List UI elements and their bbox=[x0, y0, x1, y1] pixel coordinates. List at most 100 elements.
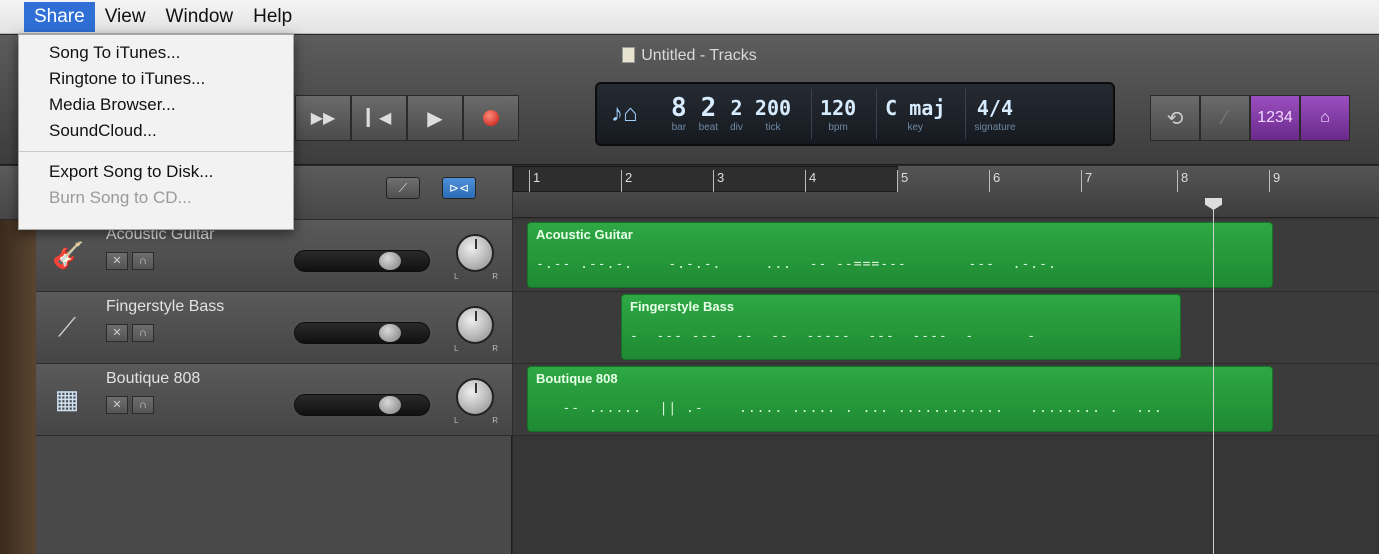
automation-icon: ⟋ bbox=[398, 181, 408, 195]
bar-label: bar bbox=[671, 122, 687, 133]
ruler-bar: 3 bbox=[713, 170, 724, 192]
region-acoustic-guitar[interactable]: Acoustic Guitar -.-- .--.-. -.-.-. ... -… bbox=[527, 222, 1273, 288]
key-label: key bbox=[907, 122, 924, 133]
ruler-bar: 7 bbox=[1081, 170, 1092, 192]
track-header-boutique-808[interactable]: ▦ Boutique 808 ✕ ∩ LR bbox=[36, 364, 512, 436]
tuning-fork-icon: ⁄ bbox=[1223, 106, 1227, 129]
pan-lr-labels: LR bbox=[454, 416, 498, 425]
track-name: Fingerstyle Bass bbox=[106, 298, 225, 315]
flex-button[interactable]: ⊳⊲ bbox=[442, 177, 476, 199]
signature-value: 4/4 bbox=[976, 96, 1014, 120]
tuner-button[interactable]: ⁄ bbox=[1200, 95, 1250, 141]
headphones-icon: ∩ bbox=[139, 255, 147, 267]
sidebar-texture bbox=[0, 220, 36, 554]
mute-button[interactable]: ✕ bbox=[106, 396, 128, 414]
track-header-fingerstyle-bass[interactable]: ⟋ Fingerstyle Bass ✕ ∩ LR bbox=[36, 292, 512, 364]
lcd-separator bbox=[811, 89, 813, 139]
pan-knob[interactable] bbox=[456, 378, 494, 416]
lcd-display[interactable]: ♪⌂ 8 bar 2 beat 2 div 200 tick 120 bpm C maj k… bbox=[595, 82, 1115, 146]
pan-knob[interactable] bbox=[456, 306, 494, 344]
share-menu-dropdown: Song To iTunes... Ringtone to iTunes... … bbox=[18, 34, 294, 230]
record-icon bbox=[483, 110, 499, 126]
midi-notes: -- ...... || .- ..... ..... . ... ......… bbox=[536, 401, 1163, 416]
lcd-signature[interactable]: 4/4 signature bbox=[974, 94, 1015, 134]
mute-button[interactable]: ✕ bbox=[106, 252, 128, 270]
play-icon: ▶ bbox=[427, 107, 443, 130]
transport-controls: ▶▶ ▎◀ ▶ bbox=[295, 95, 519, 141]
headphones-icon: ∩ bbox=[139, 327, 147, 339]
tuner-metronome-icon: ♪⌂ bbox=[611, 100, 638, 127]
div-value: 2 bbox=[730, 96, 743, 120]
flex-icon: ⊳⊲ bbox=[448, 181, 470, 195]
play-button[interactable]: ▶ bbox=[407, 95, 463, 141]
track-header-acoustic-guitar[interactable]: 🎸 Acoustic Guitar ✕ ∩ LR bbox=[36, 220, 512, 292]
mute-button[interactable]: ✕ bbox=[106, 324, 128, 342]
menu-item-ringtone-to-itunes[interactable]: Ringtone to iTunes... bbox=[19, 67, 293, 93]
menu-help[interactable]: Help bbox=[243, 2, 302, 32]
menu-window[interactable]: Window bbox=[156, 2, 244, 32]
cycle-icon: ⟲ bbox=[1166, 107, 1184, 130]
solo-button[interactable]: ∩ bbox=[132, 252, 154, 270]
pan-lr-labels: LR bbox=[454, 344, 498, 353]
metronome-icon: ⌂ bbox=[1320, 109, 1330, 126]
lcd-tempo[interactable]: 120 bpm bbox=[820, 94, 856, 134]
menu-item-burn-song-to-cd: Burn Song to CD... bbox=[49, 188, 192, 207]
fast-forward-icon: ▶▶ bbox=[310, 110, 336, 127]
track-buttons: ✕ ∩ bbox=[106, 252, 154, 270]
cycle-button[interactable]: ⟲ bbox=[1150, 95, 1200, 141]
menu-item-media-browser[interactable]: Media Browser... bbox=[19, 93, 293, 119]
ruler-bar: 1 bbox=[529, 170, 540, 192]
region-fingerstyle-bass[interactable]: Fingerstyle Bass - --- --- -- -- ----- -… bbox=[621, 294, 1181, 360]
bar-value: 8 bbox=[671, 93, 687, 123]
record-button[interactable] bbox=[463, 95, 519, 141]
menu-item-song-to-itunes[interactable]: Song To iTunes... bbox=[19, 41, 293, 67]
track-name: Boutique 808 bbox=[106, 370, 201, 387]
count-in-button[interactable]: 1234 bbox=[1250, 95, 1300, 141]
pan-knob[interactable] bbox=[456, 234, 494, 272]
volume-slider-knob[interactable] bbox=[379, 324, 401, 342]
volume-slider[interactable] bbox=[294, 394, 430, 416]
solo-button[interactable]: ∩ bbox=[132, 324, 154, 342]
track-lane[interactable]: Boutique 808 -- ...... || .- ..... .....… bbox=[513, 364, 1379, 436]
track-lane[interactable]: Acoustic Guitar -.-- .--.-. -.-.-. ... -… bbox=[513, 220, 1379, 292]
region-name: Fingerstyle Bass bbox=[630, 299, 735, 314]
menu-item-soundcloud[interactable]: SoundCloud... bbox=[19, 119, 293, 145]
lcd-tick: 200 tick bbox=[755, 94, 791, 134]
midi-notes: -.-- .--.-. -.-.-. ... -- --===--- --- .… bbox=[536, 257, 1057, 272]
beat-label: beat bbox=[698, 122, 719, 133]
ruler[interactable]: 1 2 3 4 5 6 7 8 9 bbox=[513, 166, 1379, 218]
volume-slider-knob[interactable] bbox=[379, 252, 401, 270]
cycle-region[interactable] bbox=[513, 166, 898, 192]
volume-slider[interactable] bbox=[294, 322, 430, 344]
fast-forward-button[interactable]: ▶▶ bbox=[295, 95, 351, 141]
lcd-key[interactable]: C maj key bbox=[885, 94, 945, 134]
go-to-beginning-icon: ▎◀ bbox=[366, 110, 392, 127]
volume-slider-knob[interactable] bbox=[379, 396, 401, 414]
midi-notes: - --- --- -- -- ----- --- ---- - - bbox=[630, 329, 1037, 344]
ruler-bar: 5 bbox=[897, 170, 908, 192]
automation-button[interactable]: ⟋ bbox=[386, 177, 420, 199]
menu-separator bbox=[19, 151, 293, 152]
menu-share[interactable]: Share bbox=[24, 1, 95, 32]
mute-icon: ✕ bbox=[112, 255, 122, 267]
go-to-beginning-button[interactable]: ▎◀ bbox=[351, 95, 407, 141]
menu-item-export-song-to-disk[interactable]: Export Song to Disk... bbox=[19, 160, 293, 186]
solo-button[interactable]: ∩ bbox=[132, 396, 154, 414]
volume-slider[interactable] bbox=[294, 250, 430, 272]
bass-icon: ⟋ bbox=[57, 312, 77, 342]
ruler-bar: 9 bbox=[1269, 170, 1280, 192]
region-boutique-808[interactable]: Boutique 808 -- ...... || .- ..... .....… bbox=[527, 366, 1273, 432]
menu-view[interactable]: View bbox=[95, 2, 156, 32]
window-title: Untitled - Tracks bbox=[641, 47, 757, 64]
document-icon bbox=[622, 47, 636, 63]
metronome-button[interactable]: ⌂ bbox=[1300, 95, 1350, 141]
track-lane[interactable]: Fingerstyle Bass - --- --- -- -- ----- -… bbox=[513, 292, 1379, 364]
div-label: div bbox=[730, 122, 743, 133]
bpm-value: 120 bbox=[820, 96, 857, 120]
drum-machine-icon: ▦ bbox=[54, 384, 80, 414]
lcd-beat: 2 beat bbox=[699, 94, 718, 134]
signature-label: signature bbox=[974, 122, 1016, 133]
playhead[interactable] bbox=[1213, 200, 1214, 554]
track-buttons: ✕ ∩ bbox=[106, 324, 154, 342]
tick-value: 200 bbox=[754, 96, 792, 120]
